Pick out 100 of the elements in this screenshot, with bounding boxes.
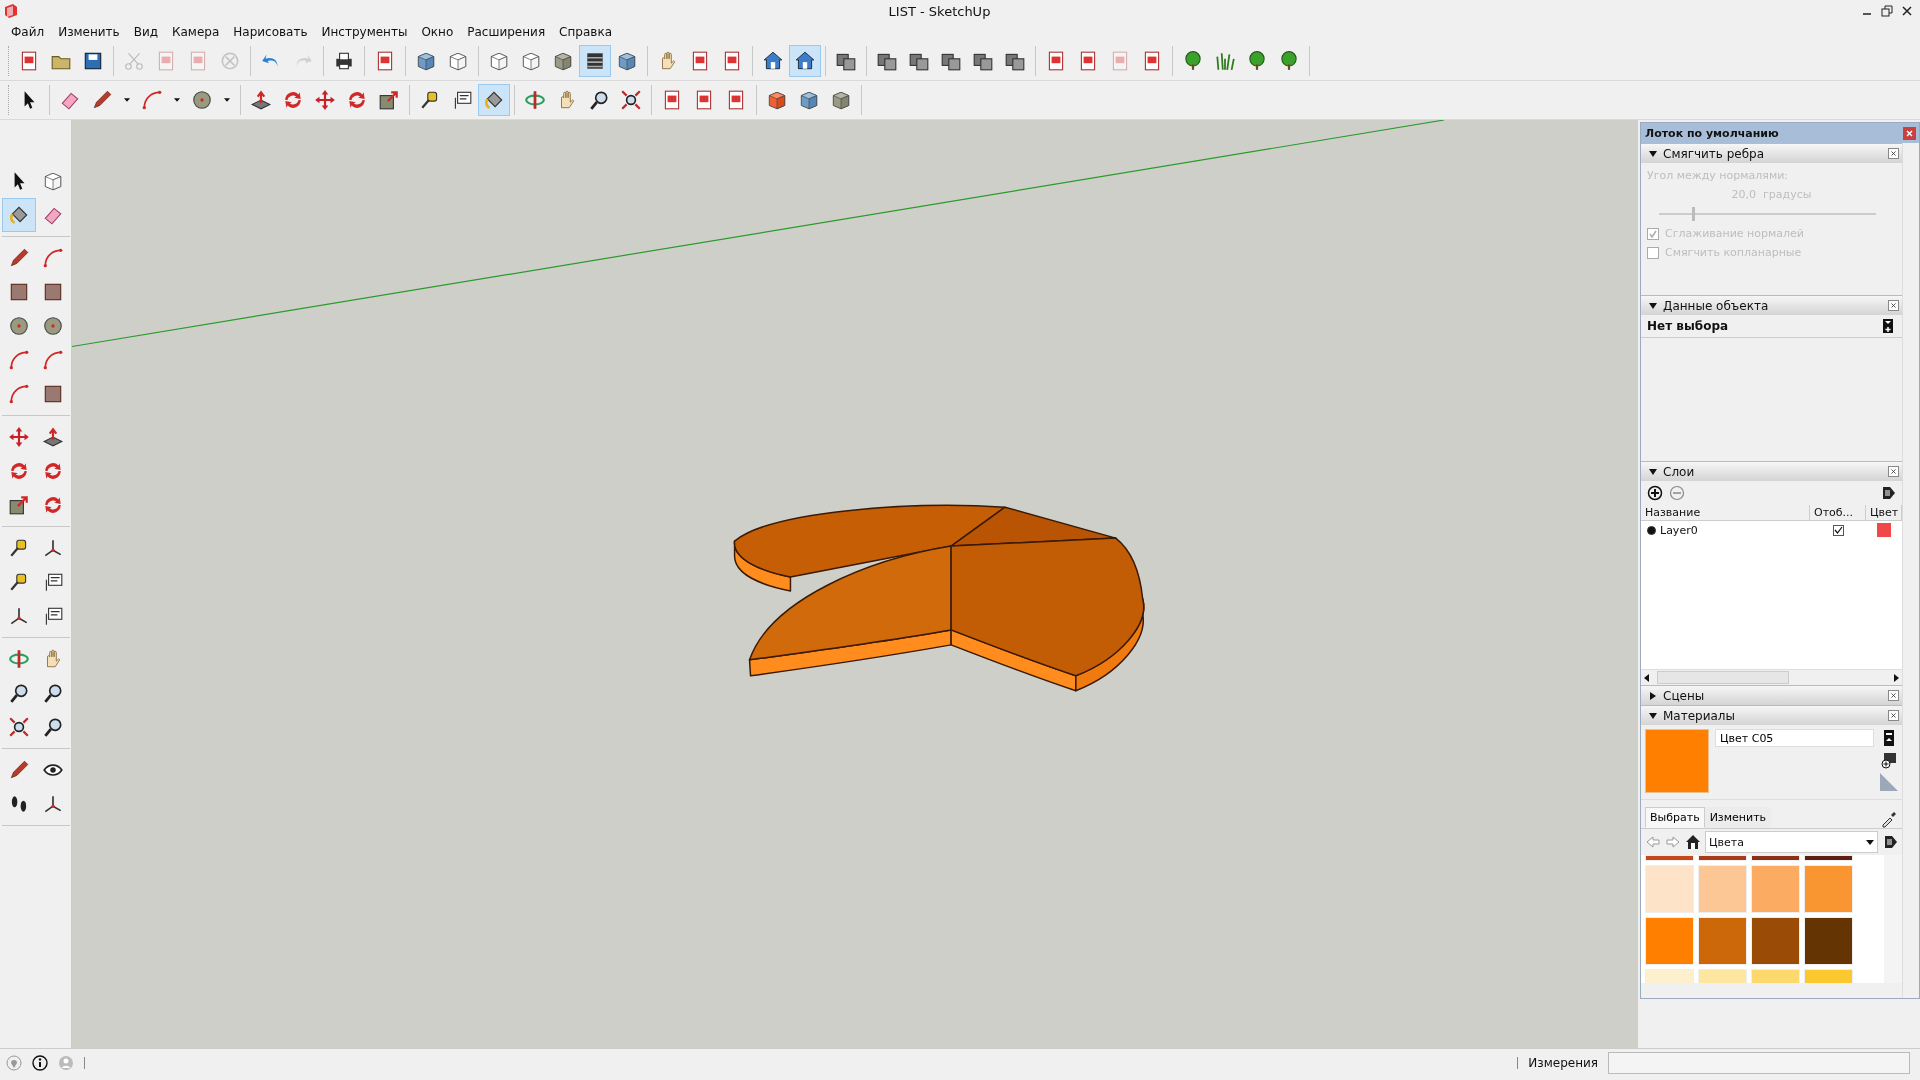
menu-item[interactable]: Камера xyxy=(165,25,227,39)
panel-title: Материалы xyxy=(1663,708,1736,723)
measurements-field[interactable] xyxy=(1608,1052,1910,1074)
menu-item[interactable]: Вид xyxy=(126,25,165,39)
push-pull-icon xyxy=(41,426,64,448)
color-swatch[interactable] xyxy=(1645,855,1694,861)
close-icon[interactable] xyxy=(1900,4,1914,18)
library-dropdown[interactable]: Цвета xyxy=(1705,831,1878,853)
checkbox[interactable] xyxy=(1832,524,1844,536)
expanded-triangle-icon xyxy=(1649,467,1657,476)
arc-icon xyxy=(41,349,64,371)
close-icon[interactable] xyxy=(1888,690,1899,701)
paint-bucket-icon xyxy=(7,204,30,226)
menu-item[interactable]: Окно xyxy=(414,25,461,39)
cube-icon xyxy=(798,89,820,111)
toolbar-button[interactable] xyxy=(1,198,36,232)
house-icon xyxy=(794,50,816,72)
toolbar-button[interactable] xyxy=(579,45,611,77)
close-icon[interactable] xyxy=(1888,710,1899,721)
details-arrow-icon[interactable] xyxy=(1880,485,1896,501)
delete-icon xyxy=(219,50,241,72)
zoom-extents-icon xyxy=(620,89,642,111)
menu-item[interactable]: Нарисовать xyxy=(226,25,315,39)
tab[interactable]: Выбрать xyxy=(1645,807,1705,828)
eyedropper-icon[interactable] xyxy=(1880,810,1898,828)
color-swatch[interactable] xyxy=(1804,969,1853,983)
color-swatch[interactable] xyxy=(1698,917,1747,965)
tab[interactable]: Изменить xyxy=(1704,807,1771,828)
four-arrows-icon xyxy=(7,426,30,448)
color-swatch[interactable] xyxy=(1804,865,1853,913)
layer-color-swatch[interactable] xyxy=(1877,523,1891,537)
color-swatch[interactable] xyxy=(1698,865,1747,913)
scroll-left-icon[interactable] xyxy=(1643,673,1651,682)
cube-outline-icon xyxy=(520,50,542,72)
home-icon[interactable] xyxy=(1685,834,1701,850)
menu-item[interactable]: Инструменты xyxy=(314,25,415,39)
pencil-icon xyxy=(7,759,30,781)
arc-icon xyxy=(141,89,163,111)
window-title: LIST - SketchUp xyxy=(887,3,992,19)
toolbar-button[interactable] xyxy=(478,84,510,116)
cube-outline-icon xyxy=(447,50,469,72)
toggle-details-icon[interactable] xyxy=(1880,318,1896,334)
menu-item[interactable]: Справка xyxy=(552,25,619,39)
color-swatch[interactable] xyxy=(1751,969,1800,983)
color-swatch[interactable] xyxy=(1645,969,1694,983)
orbit-icon xyxy=(524,89,546,111)
material-name-field[interactable]: Цвет C05 xyxy=(1715,729,1874,747)
caret-icon xyxy=(1866,838,1874,846)
radio-button[interactable] xyxy=(1647,525,1656,535)
cube-icon xyxy=(766,89,788,111)
details-arrow-icon[interactable] xyxy=(1882,834,1898,850)
menu-item[interactable]: Расширения xyxy=(460,25,553,39)
model-drawing[interactable] xyxy=(733,504,1145,692)
color-swatch[interactable] xyxy=(1751,917,1800,965)
add-layer-icon[interactable] xyxy=(1647,485,1663,501)
close-icon[interactable] xyxy=(1888,300,1899,311)
color-swatch[interactable] xyxy=(1645,917,1694,965)
push-pull-icon xyxy=(250,89,272,111)
scroll-right-icon[interactable] xyxy=(1892,673,1900,682)
panel-header[interactable]: Данные объекта xyxy=(1641,295,1902,315)
panel-header[interactable]: Слои xyxy=(1641,461,1902,481)
color-swatch[interactable] xyxy=(1751,865,1800,913)
cube-outline-icon xyxy=(488,50,510,72)
color-swatch[interactable] xyxy=(1698,855,1747,861)
arc-icon xyxy=(7,349,30,371)
app-logo-icon xyxy=(3,3,19,19)
layer-name: Layer0 xyxy=(1660,523,1698,537)
color-swatch[interactable] xyxy=(1698,969,1747,983)
magnifier-icon xyxy=(588,89,610,111)
color-swatch[interactable] xyxy=(1804,917,1853,965)
column-header[interactable]: Отоб... xyxy=(1810,505,1866,520)
panel-header[interactable]: Сцены xyxy=(1641,685,1902,705)
color-swatch[interactable] xyxy=(1751,855,1800,861)
menu-item[interactable]: Файл xyxy=(4,25,52,39)
info-icon[interactable] xyxy=(32,1055,48,1071)
scrollbar-thumb[interactable] xyxy=(1657,671,1789,684)
circle-icon xyxy=(41,315,64,337)
color-swatch[interactable] xyxy=(1645,865,1694,913)
measurements-label: Измерения xyxy=(1528,1056,1598,1070)
remove-layer-icon[interactable] xyxy=(1669,485,1685,501)
four-arrows-icon xyxy=(314,89,336,111)
tree-icon xyxy=(1278,50,1300,72)
color-swatch[interactable] xyxy=(1804,855,1853,861)
panel-title: Сцены xyxy=(1663,688,1706,703)
column-header[interactable]: Название xyxy=(1641,505,1810,520)
scissors-icon xyxy=(123,50,145,72)
expanded-triangle-icon xyxy=(1649,301,1657,310)
zoom-extents-icon xyxy=(7,716,30,738)
panel-header[interactable]: Материалы xyxy=(1641,705,1902,725)
create-material-icon[interactable] xyxy=(1880,751,1898,769)
cube-icon xyxy=(415,50,437,72)
house-icon xyxy=(762,50,784,72)
cube-icon xyxy=(552,50,574,72)
circle-icon xyxy=(191,89,213,111)
expanded-triangle-icon xyxy=(1649,711,1657,720)
menu-item[interactable]: Изменить xyxy=(51,25,127,39)
restore-icon[interactable] xyxy=(1880,4,1894,18)
close-icon[interactable] xyxy=(1888,466,1899,477)
cube-icon xyxy=(830,89,852,111)
toolbar-button[interactable] xyxy=(789,45,821,77)
